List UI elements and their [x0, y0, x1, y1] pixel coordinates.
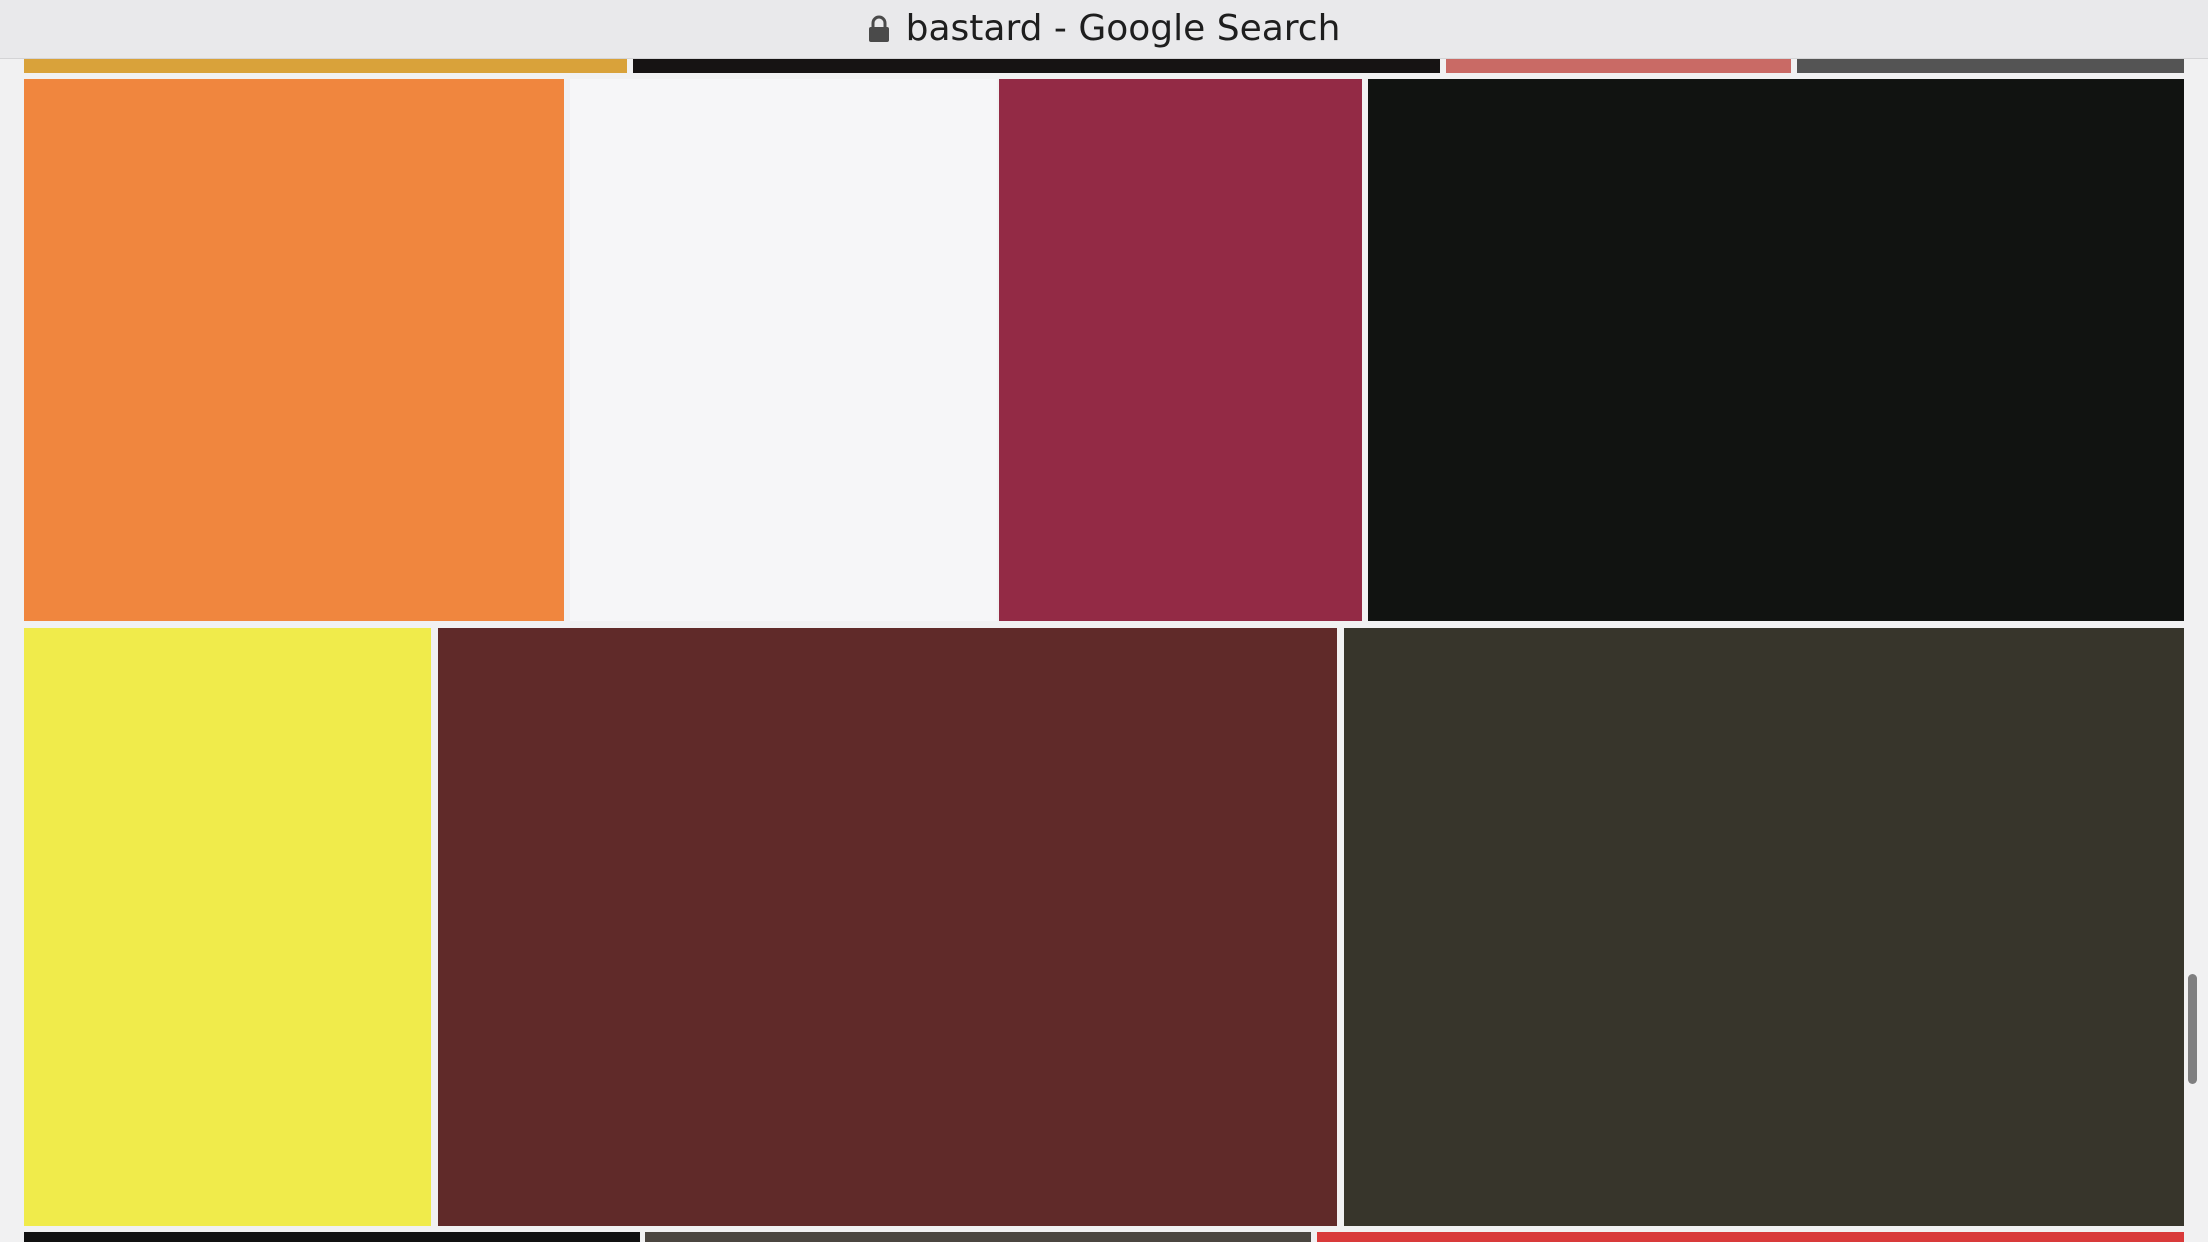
image-result[interactable]	[24, 59, 627, 73]
vertical-scrollbar[interactable]	[2188, 974, 2197, 1084]
window-title-bar: bastard - Google Search	[0, 0, 2208, 59]
image-result[interactable]	[24, 1232, 640, 1242]
image-result[interactable]	[24, 628, 431, 1226]
image-result[interactable]	[1344, 628, 2184, 1226]
image-result[interactable]	[438, 628, 1337, 1226]
title-group: bastard - Google Search	[868, 8, 1341, 49]
image-result[interactable]	[645, 1232, 1311, 1242]
image-result[interactable]	[1317, 1232, 2184, 1242]
image-result[interactable]	[1446, 59, 1791, 73]
image-result[interactable]	[24, 79, 564, 621]
image-result[interactable]	[1797, 59, 2184, 73]
lock-icon	[868, 15, 889, 42]
page-title: bastard - Google Search	[905, 8, 1341, 49]
image-result[interactable]	[570, 79, 997, 621]
image-results-grid	[0, 59, 2208, 1242]
image-result[interactable]	[999, 79, 1362, 621]
image-result[interactable]	[633, 59, 1440, 73]
image-result[interactable]	[1368, 79, 2184, 621]
